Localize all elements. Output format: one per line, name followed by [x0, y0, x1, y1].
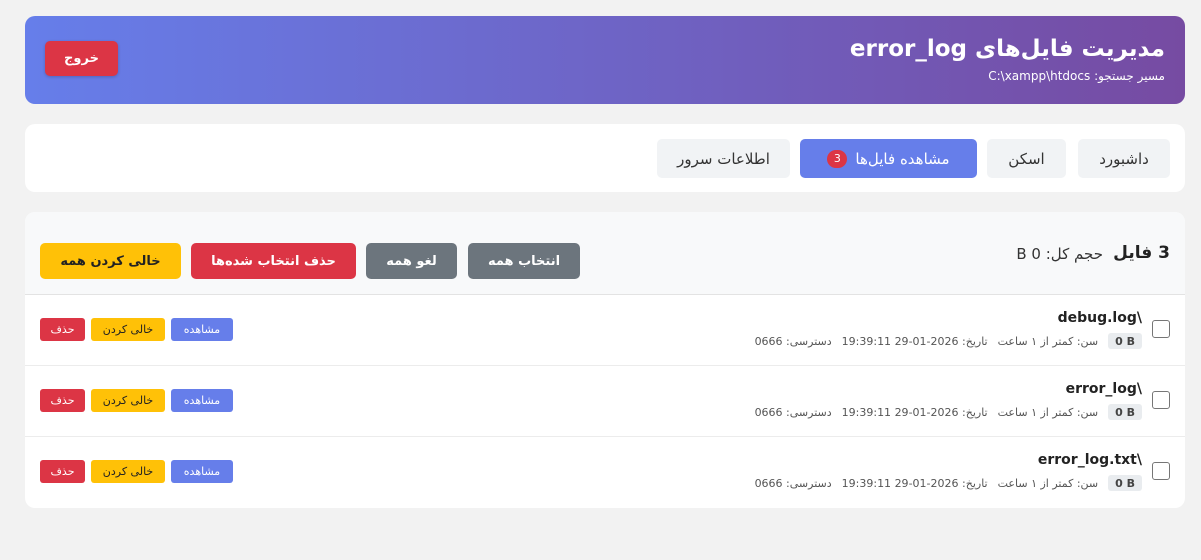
- file-size-badge: 0 B: [1108, 475, 1142, 491]
- file-age: سن: کمتر از ۱ ساعت: [997, 334, 1099, 348]
- delete-button[interactable]: حذف: [40, 460, 85, 483]
- file-date: تاریخ: 2026-01-29 19:39:11: [841, 476, 988, 490]
- file-size-badge: 0 B: [1108, 404, 1142, 420]
- tab-scan[interactable]: اسکن: [987, 139, 1066, 178]
- file-checkbox[interactable]: [1152, 320, 1170, 338]
- file-row: \error_log 0 B سن: کمتر از ۱ ساعت تاریخ:…: [25, 366, 1185, 437]
- file-size-badge: 0 B: [1108, 333, 1142, 349]
- file-name: \error_log: [1065, 381, 1142, 397]
- file-checkbox[interactable]: [1152, 391, 1170, 409]
- clear-all-button[interactable]: خالی کردن همه: [40, 243, 181, 279]
- row-actions: حذف خالی کردن مشاهده: [40, 460, 233, 483]
- tab-label: اسکن: [1008, 149, 1045, 168]
- file-age: سن: کمتر از ۱ ساعت: [997, 476, 1099, 490]
- tab-label: مشاهده فایل‌ها: [855, 149, 950, 168]
- page-title: مدیریت فایل‌های error_log: [849, 36, 1165, 62]
- clear-button[interactable]: خالی کردن: [91, 460, 165, 483]
- file-row: \error_log.txt 0 B سن: کمتر از ۱ ساعت تا…: [25, 437, 1185, 508]
- file-name: \error_log.txt: [1037, 452, 1142, 468]
- tab-label: داشبورد: [1099, 149, 1149, 168]
- file-date: تاریخ: 2026-01-29 19:39:11: [841, 334, 988, 348]
- files-toolbar: 3 فایل حجم کل: 0 B انتخاب همه لغو همه حذ…: [25, 212, 1185, 295]
- file-age: سن: کمتر از ۱ ساعت: [997, 405, 1099, 419]
- tab-view-files[interactable]: مشاهده فایل‌ها 3: [800, 139, 977, 178]
- clear-button[interactable]: خالی کردن: [91, 389, 165, 412]
- files-panel: 3 فایل حجم کل: 0 B انتخاب همه لغو همه حذ…: [25, 212, 1185, 508]
- tab-server-info[interactable]: اطلاعات سرور: [657, 139, 790, 178]
- total-size: حجم کل: 0 B: [1016, 245, 1103, 263]
- tab-label: اطلاعات سرور: [677, 149, 770, 168]
- logout-button[interactable]: خروج: [45, 41, 118, 76]
- tab-dashboard[interactable]: داشبورد: [1078, 139, 1170, 178]
- file-meta: 0 B سن: کمتر از ۱ ساعت تاریخ: 2026-01-29…: [755, 403, 1142, 421]
- row-actions: حذف خالی کردن مشاهده: [40, 389, 233, 412]
- delete-selected-button[interactable]: حذف انتخاب شده‌ها: [191, 243, 356, 279]
- select-all-button[interactable]: انتخاب همه: [468, 243, 580, 279]
- file-meta: 0 B سن: کمتر از ۱ ساعت تاریخ: 2026-01-29…: [755, 474, 1142, 492]
- file-permissions: دسترسی: 0666: [754, 476, 832, 490]
- view-button[interactable]: مشاهده: [171, 389, 233, 412]
- page-header: مدیریت فایل‌های error_log مسیر جستجو: C:…: [25, 16, 1185, 104]
- deselect-all-button[interactable]: لغو همه: [366, 243, 457, 279]
- row-actions: حذف خالی کردن مشاهده: [40, 318, 233, 341]
- delete-button[interactable]: حذف: [40, 318, 85, 341]
- file-permissions: دسترسی: 0666: [754, 334, 832, 348]
- file-row: \debug.log 0 B سن: کمتر از ۱ ساعت تاریخ:…: [25, 295, 1185, 366]
- file-permissions: دسترسی: 0666: [754, 405, 832, 419]
- tab-bar: داشبورد اسکن مشاهده فایل‌ها 3 اطلاعات سر…: [25, 124, 1185, 192]
- file-name: \debug.log: [1057, 310, 1142, 326]
- file-count-badge: 3: [827, 149, 848, 168]
- file-checkbox[interactable]: [1152, 462, 1170, 480]
- clear-button[interactable]: خالی کردن: [91, 318, 165, 341]
- delete-button[interactable]: حذف: [40, 389, 85, 412]
- view-button[interactable]: مشاهده: [171, 318, 233, 341]
- file-meta: 0 B سن: کمتر از ۱ ساعت تاریخ: 2026-01-29…: [755, 332, 1142, 350]
- search-path: مسیر جستجو: C:\xampp\htdocs: [988, 69, 1165, 83]
- view-button[interactable]: مشاهده: [171, 460, 233, 483]
- file-count: 3 فایل: [1113, 243, 1170, 263]
- file-date: تاریخ: 2026-01-29 19:39:11: [841, 405, 988, 419]
